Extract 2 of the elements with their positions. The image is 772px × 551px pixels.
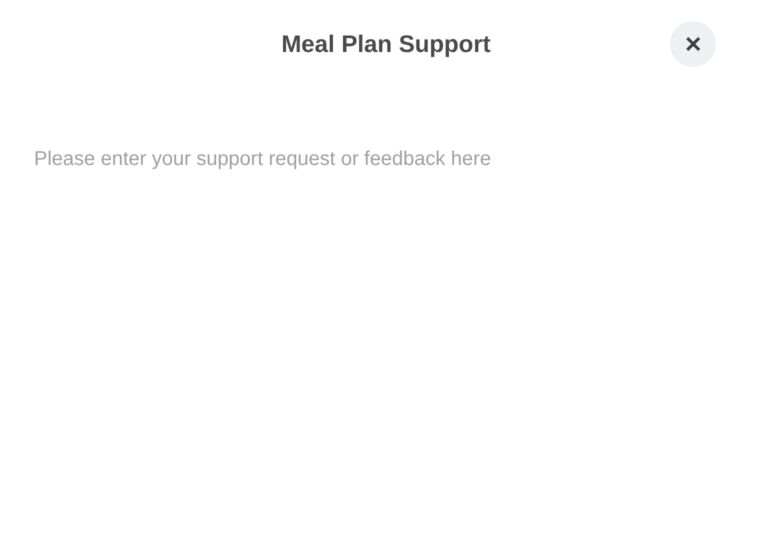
dialog-title: Meal Plan Support xyxy=(281,30,491,60)
close-button[interactable]: ✕ xyxy=(670,21,716,67)
